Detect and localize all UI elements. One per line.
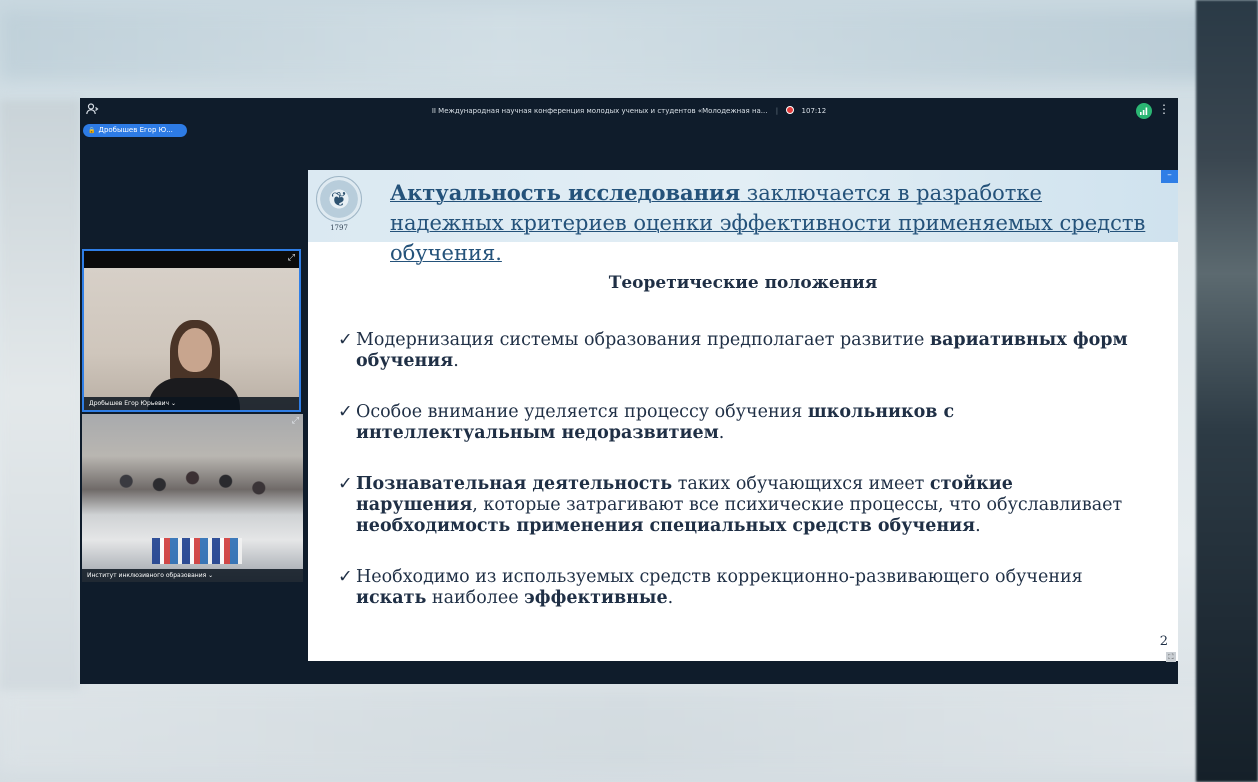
record-icon <box>786 106 795 114</box>
lock-icon: 🔒 <box>88 127 96 134</box>
conference-title: II Международная научная конференция мол… <box>431 107 768 115</box>
more-vertical-icon[interactable]: ⋮ <box>1158 102 1170 116</box>
bullet-bold-text: Познавательная деятельность <box>356 474 673 494</box>
slide-bullet: ✓ Познавательная деятельность таких обуча… <box>338 474 1128 537</box>
table-flags <box>152 538 242 564</box>
checkmark-icon: ✓ <box>338 567 353 587</box>
bullet-list: ✓ Модернизация системы образования предпо… <box>338 330 1128 639</box>
slide-header-text: Актуальность исследования заключается в … <box>390 178 1150 268</box>
bullet-text: Особое внимание уделяется процессу обуче… <box>356 402 808 422</box>
bullet-bold-text: необходимость применения специальных сре… <box>356 516 976 536</box>
checkmark-icon: ✓ <box>338 402 353 422</box>
background-blur-left <box>0 100 80 690</box>
background-blur-bottom <box>0 690 1258 770</box>
recording-time: 107:12 <box>801 107 827 115</box>
bullet-text: . <box>718 423 725 443</box>
bullet-text: . <box>667 588 674 608</box>
logo-year: 1797 <box>330 224 348 232</box>
video-tile-speaker[interactable]: ⤢ Дробышев Егор Юрьевич ⌄ <box>82 249 301 412</box>
bullet-text: . <box>975 516 981 536</box>
minimize-button[interactable]: – <box>1161 170 1178 183</box>
background-blur-right <box>1196 0 1258 782</box>
checkmark-icon: ✓ <box>338 330 353 350</box>
bullet-text: . <box>453 351 459 371</box>
bullet-bold-text: эффективные <box>524 588 668 608</box>
university-logo: ❦ 1797 <box>314 176 364 236</box>
checkmark-icon: ✓ <box>338 474 353 494</box>
bullet-text: Модернизация системы образования предпол… <box>356 330 930 350</box>
slide-header: ❦ 1797 Актуальность исследования заключа… <box>308 170 1178 265</box>
conference-title-bar: II Международная научная конференция мол… <box>80 106 1178 115</box>
person-face <box>178 328 212 372</box>
slide-bullet: ✓ Модернизация системы образования предпо… <box>338 330 1128 372</box>
background-blur-top <box>0 10 1258 80</box>
active-speaker-name: Дробышев Егор Ю... <box>98 126 173 134</box>
expand-icon[interactable]: ⤢ <box>288 253 295 263</box>
page-number: 2 <box>1159 634 1168 649</box>
slide-bullet: ✓ Необходимо из используемых средств корр… <box>338 567 1128 609</box>
conference-window: II Международная научная конференция мол… <box>80 98 1178 684</box>
bullet-text: , которые затрагивают все психические пр… <box>472 495 1123 515</box>
video-letterbox <box>84 251 299 268</box>
video-tile-label: Институт инклюзивного образования ⌄ <box>82 569 303 582</box>
header-bold: Актуальность исследования <box>390 180 741 205</box>
seal-icon: ❦ <box>316 176 362 222</box>
bullet-text: Необходимо из используемых средств корре… <box>356 567 1083 587</box>
active-speaker-pill[interactable]: 🔒 Дробышев Егор Ю... <box>83 124 187 137</box>
presentation-slide: ❦ 1797 Актуальность исследования заключа… <box>308 170 1178 661</box>
slide-bullet: ✓ Особое внимание уделяется процессу обуч… <box>338 402 1128 444</box>
video-tile-classroom[interactable]: ⤢ Институт инклюзивного образования ⌄ <box>82 414 303 582</box>
speaker-video <box>84 268 299 410</box>
expand-icon[interactable]: ⤢ <box>292 416 299 426</box>
video-tile-label: Дробышев Егор Юрьевич ⌄ <box>84 397 299 410</box>
bullet-text: наиболее <box>426 588 525 608</box>
top-bar: II Международная научная конференция мол… <box>80 98 1178 124</box>
bullet-bold-text: искать <box>356 588 427 608</box>
fullscreen-icon[interactable]: ⛶ <box>1166 652 1176 662</box>
signal-icon[interactable] <box>1136 103 1152 119</box>
title-separator: | <box>775 107 779 115</box>
bullet-text: таких обучающихся имеет <box>672 474 930 494</box>
slide-subtitle: Теоретические положения <box>608 273 878 293</box>
